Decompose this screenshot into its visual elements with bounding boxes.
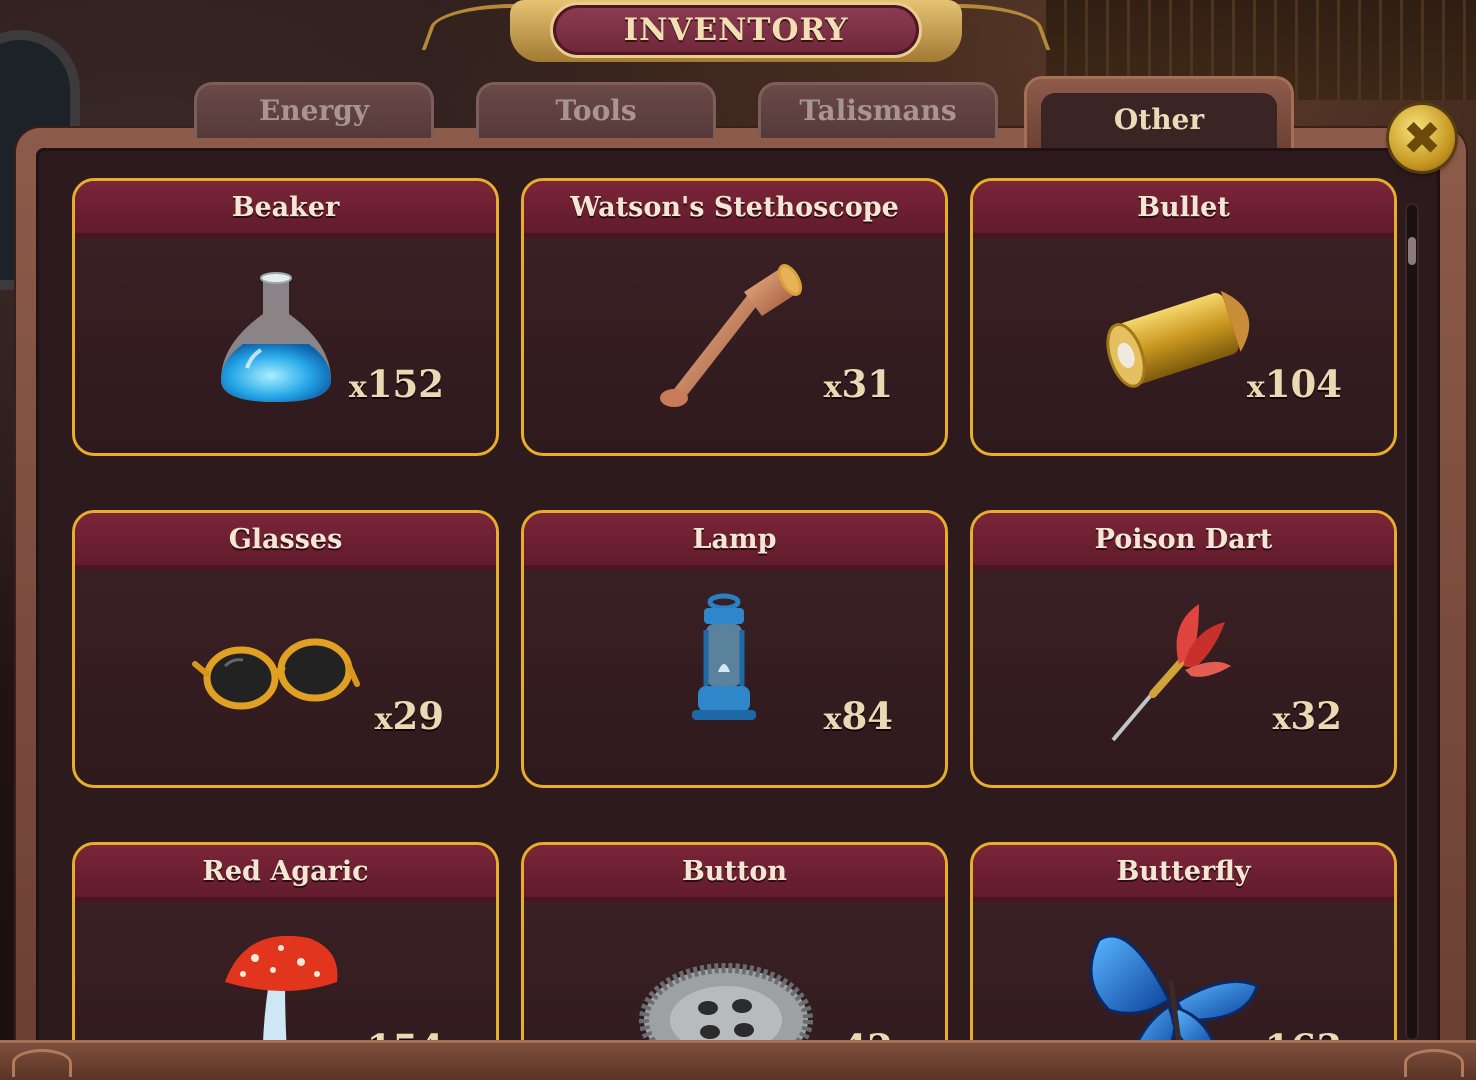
item-card-header: Glasses xyxy=(75,513,496,570)
item-card-bullet[interactable]: Bullet x104 xyxy=(970,178,1397,456)
item-card-stethoscope[interactable]: Watson's Stethoscope x31 xyxy=(521,178,948,456)
item-card-body: x163 xyxy=(973,902,1394,1048)
tab-tools[interactable]: Tools xyxy=(476,82,716,138)
close-icon: ✖ xyxy=(1402,111,1442,165)
item-card-header: Lamp xyxy=(524,513,945,570)
item-name: Bullet xyxy=(1137,191,1230,223)
item-quantity: x104 xyxy=(1246,362,1342,406)
item-name: Red Agaric xyxy=(202,855,369,887)
item-card-header: Butterfly xyxy=(973,845,1394,902)
bottom-trim xyxy=(0,1040,1476,1080)
beaker-icon xyxy=(221,272,331,402)
item-card-red-agaric[interactable]: Red Agaric x154 xyxy=(72,842,499,1048)
item-card-beaker[interactable]: Beaker x152 xyxy=(72,178,499,456)
item-name: Button xyxy=(681,855,788,887)
item-card-body: x29 xyxy=(75,570,496,785)
item-quantity: x29 xyxy=(374,694,444,738)
item-card-glasses[interactable]: Glasses x29 xyxy=(72,510,499,788)
tab-label: Tools xyxy=(555,94,637,127)
title-plate: INVENTORY xyxy=(550,2,922,58)
item-name: Butterfly xyxy=(1116,855,1251,887)
item-card-button[interactable]: Button x42 xyxy=(521,842,948,1048)
button-icon xyxy=(639,963,813,1048)
tab-other-inner: Other xyxy=(1041,93,1277,154)
stethoscope-icon xyxy=(660,264,803,407)
item-card-header: Beaker xyxy=(75,181,496,238)
item-card-body: x84 xyxy=(524,570,945,785)
item-quantity: x84 xyxy=(823,694,893,738)
item-card-body: x152 xyxy=(75,238,496,453)
item-card-poison-dart[interactable]: Poison Dart x32 xyxy=(970,510,1397,788)
scrollbar-track[interactable] xyxy=(1405,203,1419,1041)
item-name: Lamp xyxy=(692,523,777,555)
item-card-header: Poison Dart xyxy=(973,513,1394,570)
trim-flourish-left xyxy=(12,1049,72,1077)
page-title: INVENTORY xyxy=(623,12,849,48)
item-name: Beaker xyxy=(231,191,340,223)
glasses-icon xyxy=(192,638,360,710)
scrollbar-thumb[interactable] xyxy=(1408,237,1416,265)
item-card-body: x31 xyxy=(524,238,945,453)
item-card-lamp[interactable]: Lamp x84 xyxy=(521,510,948,788)
item-card-header: Watson's Stethoscope xyxy=(524,181,945,238)
item-name: Watson's Stethoscope xyxy=(570,191,899,223)
inventory-grid: Beaker x152 Watson's Stethoscope x31 Bul… xyxy=(40,160,1402,1048)
mushroom-icon xyxy=(225,935,338,1048)
lamp-icon xyxy=(692,593,756,720)
item-name: Glasses xyxy=(228,523,343,555)
item-quantity: x32 xyxy=(1272,694,1342,738)
item-card-header: Button xyxy=(524,845,945,902)
tab-energy[interactable]: Energy xyxy=(194,82,434,138)
tab-talismans[interactable]: Talismans xyxy=(758,82,998,138)
bullet-icon xyxy=(1106,290,1250,388)
item-card-body: x32 xyxy=(973,570,1394,785)
item-card-header: Red Agaric xyxy=(75,845,496,902)
butterfly-icon xyxy=(1089,934,1259,1048)
item-quantity: x152 xyxy=(348,362,444,406)
trim-flourish-right xyxy=(1404,1049,1464,1077)
item-name: Poison Dart xyxy=(1094,523,1273,555)
tab-label: Talismans xyxy=(799,94,957,127)
title-banner: INVENTORY xyxy=(421,0,1051,64)
dart-icon xyxy=(1111,604,1231,742)
item-card-body: x42 xyxy=(524,902,945,1048)
item-quantity: x31 xyxy=(823,362,893,406)
item-card-body: x154 xyxy=(75,902,496,1048)
tab-label: Other xyxy=(1113,103,1205,136)
item-card-header: Bullet xyxy=(973,181,1394,238)
item-card-body: x104 xyxy=(973,238,1394,453)
item-card-butterfly[interactable]: Butterfly x163 xyxy=(970,842,1397,1048)
tab-other[interactable]: Other xyxy=(1024,76,1294,154)
tab-label: Energy xyxy=(258,94,370,127)
